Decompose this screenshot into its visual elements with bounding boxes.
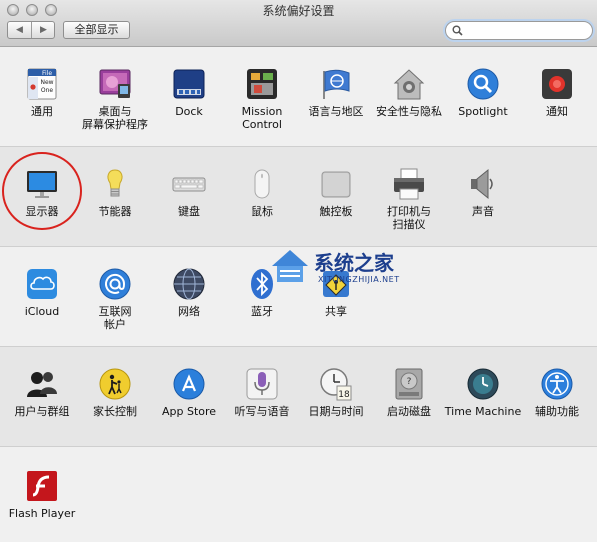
general-one-text: One — [41, 87, 54, 94]
time-machine-icon — [467, 368, 499, 400]
search-input[interactable] — [466, 23, 586, 38]
startup-disk-icon: ? — [395, 368, 423, 400]
section-hardware: 显示器 节能器 键盘 鼠标 触控板 打印机与 扫描仪 声音 — [0, 147, 597, 247]
desktop-screensaver-icon — [99, 69, 131, 98]
house-lock-icon — [393, 69, 425, 100]
light-bulb-icon — [107, 169, 123, 197]
icloud-icon — [27, 269, 57, 299]
window-title: 系统偏好设置 — [262, 4, 335, 18]
highlight-circle — [2, 152, 82, 230]
section-personal: File New One 通用 桌面与 屏幕保护程序 Dock Mission … — [0, 47, 597, 147]
back-button[interactable]: ◀ — [8, 22, 31, 38]
dock-icon — [173, 69, 205, 99]
mission-control-icon — [247, 69, 277, 99]
notifications-icon — [542, 69, 572, 99]
toolbar: 系统偏好设置 ◀ ▶ 全部显示 — [0, 0, 597, 47]
watermark-subtext: XITONGZHIJIA.NET — [318, 275, 400, 284]
history-nav: ◀ ▶ — [7, 21, 55, 39]
pref-label: 辅助功能 — [535, 405, 579, 418]
watermark-text: 系统之家 — [314, 251, 394, 275]
pref-label: 通知 — [546, 105, 568, 118]
watermark-logo-icon — [272, 250, 308, 282]
keyboard-icon — [172, 177, 206, 192]
at-sign-icon — [99, 268, 131, 300]
show-all-button[interactable]: 全部显示 — [63, 21, 130, 39]
spotlight-icon — [467, 68, 499, 100]
general-new-text: New — [40, 79, 53, 86]
trackpad-icon — [321, 171, 351, 198]
search-field[interactable] — [445, 21, 593, 40]
search-icon — [452, 25, 463, 36]
accessibility-icon — [541, 368, 573, 400]
date-day-text: 18 — [338, 390, 350, 400]
globe-icon — [173, 268, 205, 300]
section-other: Flash Player — [0, 447, 597, 542]
printer-icon — [394, 168, 424, 200]
parental-controls-icon — [99, 368, 131, 400]
pref-label: 声音 — [472, 205, 494, 218]
mouse-icon — [254, 169, 270, 199]
microphone-icon — [246, 368, 278, 400]
svg-text:?: ? — [407, 377, 412, 387]
section-system: 用户与群组 家长控制 App Store 听写与语音 18 日期与时间 ? 启动… — [0, 347, 597, 447]
clock-calendar-icon: 18 — [320, 368, 352, 401]
watermark: 系统之家 XITONGZHIJIA.NET — [268, 244, 418, 290]
app-store-icon — [173, 368, 205, 400]
users-silhouette-icon — [27, 372, 57, 397]
language-region-icon — [323, 69, 350, 99]
forward-button[interactable]: ▶ — [32, 22, 55, 38]
general-icon: File New One — [27, 68, 57, 100]
system-preferences-window: 系统偏好设置 ◀ ▶ 全部显示 File New One 通用 桌面与 屏幕保护… — [0, 0, 597, 542]
pref-label: Flash Player — [8, 507, 76, 520]
flash-player-icon — [27, 471, 57, 501]
general-file-text: File — [42, 70, 52, 77]
speaker-icon — [471, 168, 493, 200]
pref-label: 共享 — [325, 305, 347, 318]
